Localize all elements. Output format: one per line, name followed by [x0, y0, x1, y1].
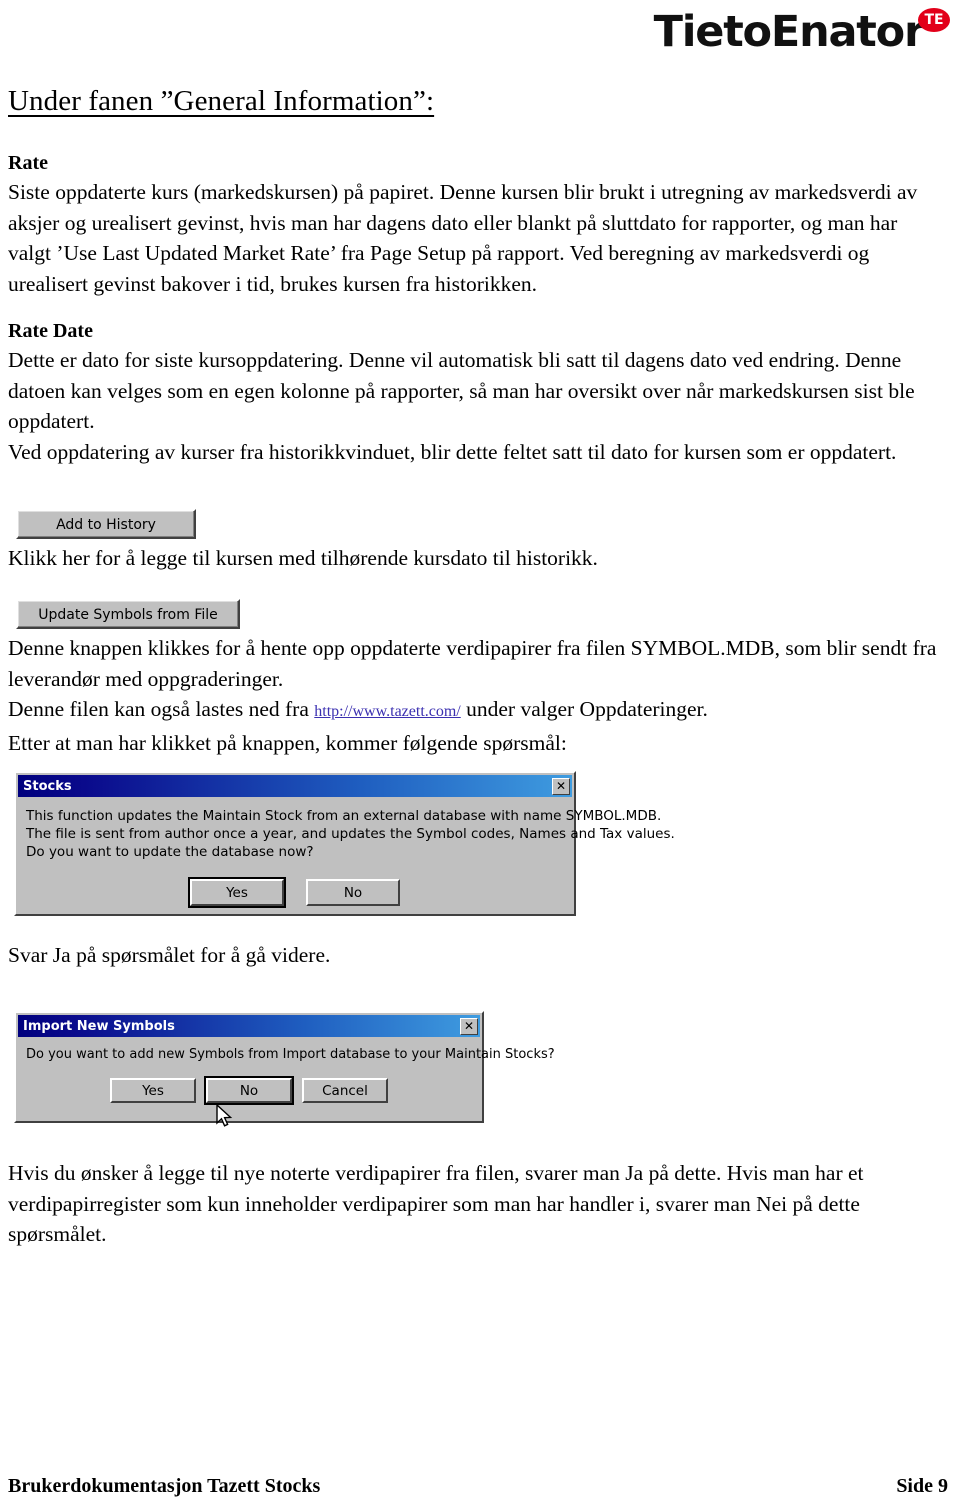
section-rate-date: Rate Date Dette er dato for siste kursop… [8, 318, 944, 467]
stocks-dialog-title: Stocks [23, 778, 72, 794]
footer-left-text: Brukerdokumentasjon Tazett Stocks [8, 1475, 321, 1497]
import-new-symbols-dialog: Import New Symbols ✕ Do you want to add … [14, 1011, 555, 1123]
stocks-dialog-message-line-3: Do you want to update the database now? [26, 844, 314, 860]
section-rate-title: Rate [8, 152, 48, 174]
tazett-website-link[interactable]: http://www.tazett.com/ [314, 703, 460, 720]
stocks-dialog-buttons: Yes No [16, 877, 574, 908]
stocks-dialog-message-line-2: The file is sent from author once a year… [26, 826, 675, 842]
section-rate-date-paragraph-2: Ved oppdatering av kurser fra historikkv… [8, 439, 897, 464]
tietoenator-logo: TietoEnator TE [654, 6, 950, 62]
section-rate-date-paragraph-1: Dette er dato for siste kursoppdatering.… [8, 348, 915, 433]
update-symbols-caption-wrap: Denne knappen klikkes for å hente opp op… [8, 633, 944, 758]
section-rate: Rate Siste oppdaterte kurs (markedskurse… [8, 150, 944, 299]
logo-wordmark: TietoEnator [653, 7, 926, 57]
te-badge-icon: TE [918, 8, 950, 32]
answer-yes-caption-wrap: Svar Ja på spørsmålet for å gå videre. [8, 940, 944, 971]
stocks-dialog: Stocks ✕ This function updates the Maint… [14, 771, 675, 916]
section-rate-paragraph: Siste oppdaterte kurs (markedskursen) på… [8, 180, 918, 296]
add-to-history-caption-wrap: Klikk her for å legge til kursen med til… [8, 543, 944, 574]
answer-yes-caption: Svar Ja på spørsmålet for å gå videre. [8, 943, 331, 967]
update-symbols-caption-1: Denne knappen klikkes for å hente opp op… [8, 636, 937, 691]
import-yes-button[interactable]: Yes [110, 1078, 196, 1103]
final-paragraph: Hvis du ønsker å legge til nye noterte v… [8, 1161, 864, 1246]
page-title: Under fanen ”General Information”: [8, 85, 435, 117]
import-dialog-message-line-1: Do you want to add new Symbols from Impo… [26, 1047, 555, 1062]
stocks-dialog-message: This function updates the Maintain Stock… [16, 797, 675, 861]
import-no-button[interactable]: No [204, 1076, 294, 1105]
update-symbols-caption-3: Etter at man har klikket på knappen, kom… [8, 730, 567, 755]
close-icon[interactable]: ✕ [460, 1017, 478, 1035]
close-icon[interactable]: ✕ [552, 777, 570, 795]
import-dialog-titlebar[interactable]: Import New Symbols ✕ [18, 1015, 480, 1037]
import-cancel-button[interactable]: Cancel [302, 1078, 388, 1103]
import-dialog-title: Import New Symbols [23, 1018, 175, 1034]
stocks-yes-button[interactable]: Yes [188, 877, 286, 908]
section-rate-date-title: Rate Date [8, 320, 93, 342]
update-symbols-caption-2: Denne filen kan også lastes ned fra http… [8, 694, 944, 728]
add-to-history-caption: Klikk her for å legge til kursen med til… [8, 546, 598, 570]
final-paragraph-wrap: Hvis du ønsker å legge til nye noterte v… [8, 1158, 944, 1250]
page-footer: Brukerdokumentasjon Tazett Stocks Side 9 [8, 1475, 948, 1498]
stocks-dialog-titlebar[interactable]: Stocks ✕ [18, 775, 572, 797]
update-symbols-caption-2-pre: Denne filen kan også lastes ned fra [8, 697, 315, 721]
footer-page-number: Side 9 [896, 1475, 948, 1497]
stocks-no-button[interactable]: No [306, 879, 400, 906]
update-symbols-from-file-button[interactable]: Update Symbols from File [16, 599, 240, 629]
import-dialog-message: Do you want to add new Symbols from Impo… [16, 1037, 555, 1064]
stocks-dialog-message-line-1: This function updates the Maintain Stock… [26, 808, 662, 824]
update-symbols-caption-2-post: under valger Oppdateringer. [460, 697, 708, 721]
add-to-history-button[interactable]: Add to History [16, 509, 196, 539]
import-dialog-buttons: Yes No Cancel [16, 1076, 482, 1105]
